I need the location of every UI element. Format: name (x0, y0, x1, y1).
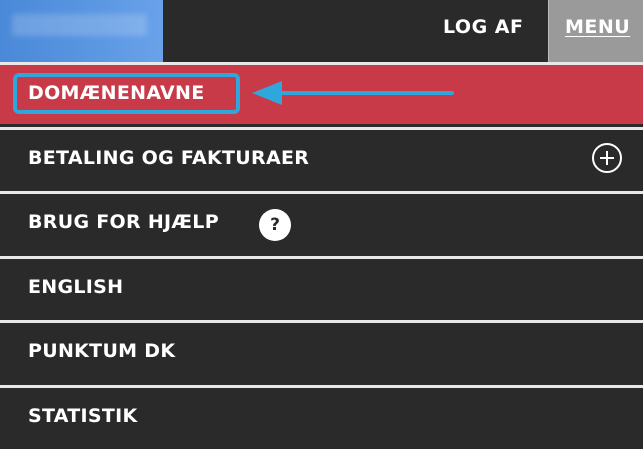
nav-item-label: PUNKTUM DK (28, 340, 176, 362)
left-arrow-icon (252, 81, 454, 105)
logo-blurred-text (12, 14, 147, 36)
logo[interactable] (0, 0, 163, 62)
nav-item-domaenenavne[interactable]: DOMÆNENAVNE (0, 62, 643, 124)
top-bar: LOG AF MENU (0, 0, 643, 62)
menu-button[interactable]: MENU (548, 0, 643, 62)
nav-item-betaling[interactable]: BETALING OG FAKTURAER (0, 127, 643, 189)
logout-link[interactable]: LOG AF (443, 16, 523, 38)
nav-item-brug-for-hjaelp[interactable]: BRUG FOR HJÆLP ? (0, 191, 643, 253)
nav-item-label: BETALING OG FAKTURAER (28, 147, 310, 169)
menu-button-label: MENU (565, 16, 631, 38)
nav-item-label: BRUG FOR HJÆLP (28, 211, 219, 233)
nav-item-punktum-dk[interactable]: PUNKTUM DK (0, 320, 643, 382)
nav-item-label: DOMÆNENAVNE (28, 82, 205, 104)
nav-item-statistik[interactable]: STATISTIK (0, 385, 643, 449)
nav-item-english[interactable]: ENGLISH (0, 256, 643, 318)
plus-circle-icon[interactable] (592, 143, 622, 173)
nav-item-label: ENGLISH (28, 276, 124, 298)
nav-item-label: STATISTIK (28, 405, 138, 427)
question-icon[interactable]: ? (259, 209, 291, 241)
